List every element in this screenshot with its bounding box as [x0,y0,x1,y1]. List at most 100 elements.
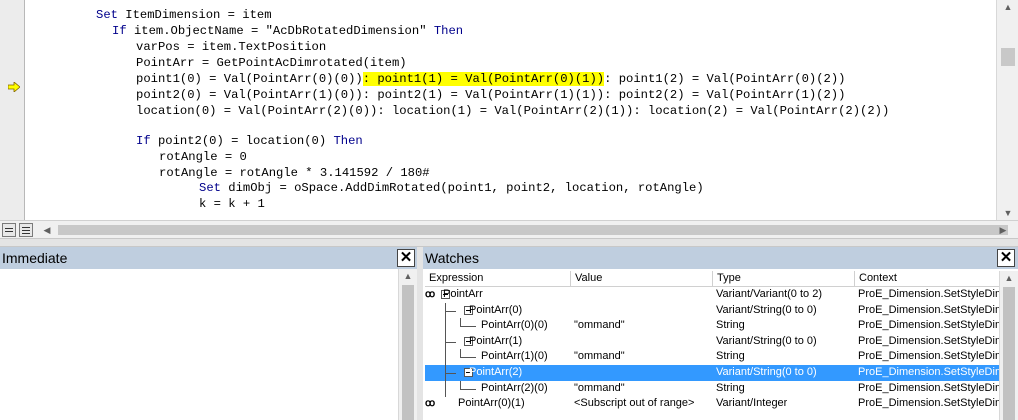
immediate-title: Immediate [2,250,68,266]
watch-expression: PointArr(0)(0) [481,319,548,332]
watches-close-icon[interactable]: ✕ [997,249,1015,267]
watch-expression: PointArr(0) [469,303,523,316]
code-vertical-scrollbar[interactable]: ▲ ▼ [996,0,1018,220]
watch-value: "ommand" [574,350,625,363]
code-keyword: Then [333,134,363,148]
scroll-thumb[interactable] [58,225,1008,235]
watch-row[interactable]: ꝏ PointArr(0)(1) <Subscript out of range> V… [425,396,999,412]
code-keyword: Then [433,24,464,38]
code-line[interactable]: Set ItemDimension = item [96,7,272,23]
code-gutter[interactable] [0,0,25,220]
procedure-view-button[interactable] [2,223,16,237]
code-line[interactable]: varPos = item.TextPosition [136,39,326,55]
code-line[interactable]: If item.ObjectName = "AcDbRotatedDimensi… [112,23,463,39]
scroll-up-arrow-icon[interactable]: ▲ [1000,271,1018,285]
pane-splitter[interactable] [0,238,1018,247]
watch-glasses-icon: ꝏ [425,289,435,300]
code-token: item.ObjectName = "AcDbRotatedDimension" [126,24,434,38]
tree-line [460,380,461,389]
code-keyword: Set [199,181,221,195]
code-token: dimObj = oSpace.AddDimRotated(point1, po… [220,181,704,195]
watch-row[interactable]: PointArr(1)(0) "ommand" String ProE_Dimensi… [425,349,999,366]
scroll-down-arrow-icon[interactable]: ▼ [997,206,1018,220]
code-token: rotAngle = 0 [159,150,247,164]
code-token: ItemDimension = item [117,8,272,22]
watch-value: <Subscript out of range> [574,397,695,410]
watch-row[interactable]: ꝏ PointArr Variant/Variant(0 to 2) ProE_Dim… [425,287,999,303]
tree-line [460,388,476,390]
tree-line [460,357,476,359]
code-token: rotAngle = rotAngle * 3.141592 / 180# [159,166,430,180]
watch-context: ProE_Dimension.SetStyleDimension [858,366,999,378]
code-token: point2(0) = location(0) [150,134,334,148]
column-header-expression[interactable]: Expression [425,271,571,286]
watch-value: "ommand" [574,381,625,394]
scroll-left-arrow-icon[interactable]: ◀ [40,223,54,237]
scroll-thumb[interactable] [402,285,414,420]
code-keyword: Set [96,8,118,22]
watches-list: ꝏ PointArr Variant/Variant(0 to 2) ProE_Dim… [425,287,999,420]
execution-point-arrow-icon [8,82,20,92]
tree-line [445,373,456,374]
code-editor[interactable]: Set ItemDimension = item If item.ObjectNa… [0,0,1018,239]
scroll-right-arrow-icon[interactable]: ▶ [996,223,1010,237]
immediate-window[interactable]: Immediate ✕ ▲ [0,247,417,420]
column-header-type[interactable]: Type [713,271,855,286]
immediate-vertical-scrollbar[interactable]: ▲ [398,269,417,420]
watch-expression: PointArr(1) [469,334,523,347]
watch-row[interactable]: PointArr(1) Variant/String(0 to 0) ProE_Di… [425,333,999,350]
watches-column-header: Expression Value Type Context [425,271,999,287]
watch-context: ProE_Dimension.SetStyleDimension [858,319,999,332]
watch-context: ProE_Dimension.SetStyleDimension [858,350,999,363]
watch-expression: PointArr(1)(0) [481,350,548,363]
watch-type: Variant/Integer [716,397,788,410]
watch-row[interactable]: PointArr(2)(0) "ommand" String ProE_Dimensi… [425,380,999,397]
tree-line [460,326,476,328]
watch-value: "ommand" [574,319,625,332]
code-line[interactable]: rotAngle = rotAngle * 3.141592 / 180# [159,165,430,181]
scroll-up-arrow-icon[interactable]: ▲ [399,269,417,283]
column-header-context[interactable]: Context [855,271,999,286]
tree-line [445,349,446,366]
watch-context: ProE_Dimension.SetStyleDimension [858,381,999,394]
code-token: PointArr = GetPointAcDimrotated(item) [136,56,407,70]
watches-title-bar: Watches [423,247,1018,269]
scroll-thumb[interactable] [1003,287,1015,420]
watch-context: ProE_Dimension.SetStyleDimension [858,288,999,300]
code-line[interactable]: location(0) = Val(PointArr(2)(0)): locat… [136,103,889,119]
code-horizontal-scrollbar[interactable]: ◀ ▶ [40,223,1010,237]
current-statement-highlight: : point1(1) = Val(PointArr(0)(1)) [362,72,605,86]
tree-line [445,341,456,343]
code-token: point2(0) = Val(PointArr(1)(0)): point2(… [136,88,846,102]
scroll-thumb[interactable] [1001,48,1015,66]
watch-row[interactable]: PointArr(2) Variant/String(0 to 0) ProE_Di… [425,365,999,381]
watch-row[interactable]: PointArr(0)(0) "ommand" String ProE_Dimensi… [425,318,999,335]
tree-line [445,380,446,397]
column-header-value[interactable]: Value [571,271,713,286]
scroll-up-arrow-icon[interactable]: ▲ [997,0,1018,14]
watch-type: String [716,350,745,363]
code-line[interactable]: k = k + 1 [199,196,265,212]
watch-expression: PointArr(0)(1) [458,397,525,410]
watches-window[interactable]: Watches ✕ Expression Value Type Context … [423,247,1018,420]
immediate-close-icon[interactable]: ✕ [397,249,415,267]
watch-type: Variant/String(0 to 0) [716,334,817,347]
watch-type: Variant/String(0 to 0) [716,366,817,378]
tree-line [445,318,446,335]
code-line[interactable]: point1(0) = Val(PointArr(0)(0)): point1(… [136,71,845,87]
watch-context: ProE_Dimension.SetStyleDimension [858,397,999,410]
watches-vertical-scrollbar[interactable]: ▲ [999,271,1018,420]
watch-row[interactable]: PointArr(0) Variant/String(0 to 0) ProE_Di… [425,302,999,319]
code-line[interactable]: If point2(0) = location(0) Then [136,133,363,149]
code-text-area[interactable]: Set ItemDimension = item If item.ObjectNa… [25,0,995,220]
code-line[interactable]: rotAngle = 0 [159,149,247,165]
code-token: k = k + 1 [199,197,265,211]
full-module-view-button[interactable] [19,223,33,237]
code-line[interactable]: Set dimObj = oSpace.AddDimRotated(point1… [199,180,704,196]
code-line[interactable]: point2(0) = Val(PointArr(1)(0)): point2(… [136,87,845,103]
code-keyword: If [112,24,127,38]
watch-expression: PointArr(2) [469,366,523,378]
code-keyword: If [136,134,151,148]
tree-line [460,349,461,358]
code-line[interactable]: PointArr = GetPointAcDimrotated(item) [136,55,407,71]
